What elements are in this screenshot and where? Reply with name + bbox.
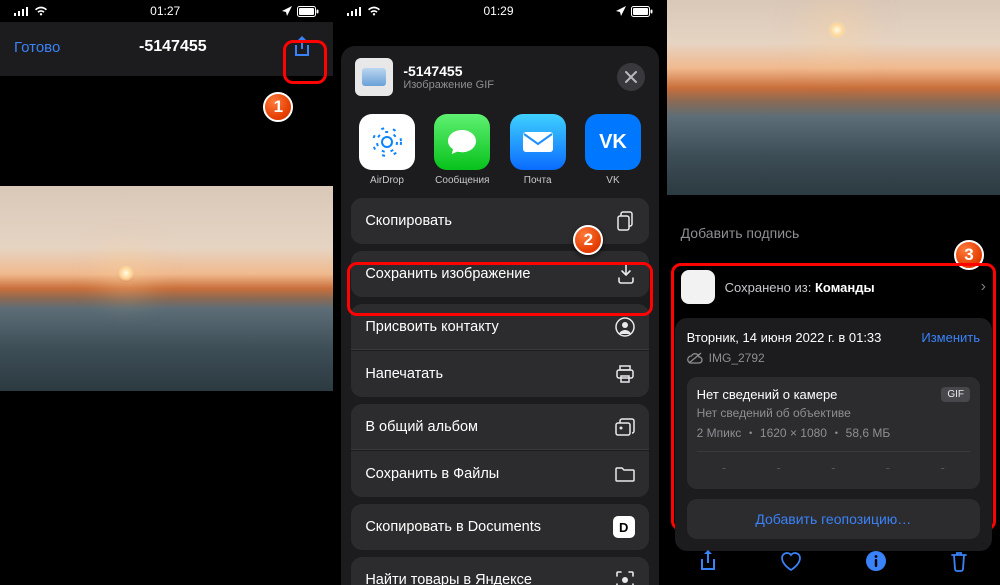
print-icon	[615, 365, 635, 383]
panel-2-share-sheet: 01:29 -5147455 Изображение GIF	[333, 0, 666, 585]
action-shared-album[interactable]: В общий альбом	[351, 404, 648, 450]
app-label: VK	[581, 175, 644, 186]
share-icon[interactable]	[698, 549, 718, 573]
image-preview[interactable]	[667, 0, 1000, 195]
documents-app-icon: D	[613, 516, 635, 538]
saved-from-prefix: Сохранено из:	[725, 280, 812, 295]
app-label: AirDrop	[355, 175, 418, 186]
info-card: Сохранено из: Команды › Вторник, 14 июня…	[675, 260, 992, 527]
action-yandex-search[interactable]: Найти товары в Яндексе	[351, 557, 648, 585]
capture-date: Вторник, 14 июня 2022 г. в 01:33	[687, 330, 882, 345]
copy-icon	[617, 211, 635, 231]
action-label: Найти товары в Яндексе	[365, 572, 532, 585]
app-vk[interactable]: VK VK	[581, 114, 644, 186]
step-badge-1: 1	[263, 92, 293, 122]
app-mail[interactable]: Почта	[506, 114, 569, 186]
share-file-name: -5147455	[403, 63, 494, 79]
status-time: 01:29	[483, 4, 513, 18]
action-save-files[interactable]: Сохранить в Файлы	[351, 451, 648, 497]
info-icon[interactable]	[865, 550, 887, 572]
camera-title: Нет сведений о камере	[697, 387, 838, 402]
action-label: Напечатать	[365, 366, 443, 382]
close-button[interactable]	[617, 63, 645, 91]
chevron-right-icon: ›	[981, 278, 986, 296]
highlight-2	[347, 262, 652, 316]
trash-icon[interactable]	[949, 550, 969, 572]
format-badge: GIF	[941, 387, 970, 402]
contact-icon	[615, 317, 635, 337]
panel-1-preview: 01:27 Готово -5147455 1	[0, 0, 333, 585]
share-file-kind: Изображение GIF	[403, 79, 494, 91]
shared-album-icon	[615, 418, 635, 436]
share-sheet-header: -5147455 Изображение GIF	[341, 46, 658, 108]
vk-icon: VK	[599, 131, 627, 154]
panel-3-info: Добавить подпись 3 Сохранено из: Команды…	[667, 0, 1000, 585]
signal-icon	[14, 6, 29, 16]
status-bar: 01:27	[0, 0, 333, 22]
status-bar: 01:29	[333, 0, 666, 22]
mail-icon	[521, 130, 555, 154]
caption-field[interactable]: Добавить подпись	[681, 225, 986, 241]
location-icon	[616, 6, 626, 16]
action-label: В общий альбом	[365, 419, 478, 435]
actions-list: Скопировать Сохранить изображение Присво…	[341, 198, 658, 585]
camera-info-box: Нет сведений о камере GIF Нет сведений о…	[687, 377, 980, 489]
airdrop-icon	[370, 125, 404, 159]
messages-icon	[446, 127, 478, 157]
photo-toolbar	[667, 537, 1000, 585]
action-label: Скопировать в Documents	[365, 519, 541, 535]
wifi-icon	[367, 6, 381, 16]
source-app-icon	[681, 270, 715, 304]
exif-row: -----	[697, 451, 970, 479]
action-label: Присвоить контакту	[365, 319, 498, 335]
heart-icon[interactable]	[779, 550, 803, 572]
action-print[interactable]: Напечатать	[351, 351, 648, 397]
add-location-button[interactable]: Добавить геопозицию…	[687, 499, 980, 539]
close-icon	[625, 71, 637, 83]
saved-from-app: Команды	[815, 280, 875, 295]
image-preview[interactable]	[0, 186, 333, 391]
app-airdrop[interactable]: AirDrop	[355, 114, 418, 186]
battery-icon	[631, 6, 653, 17]
saved-from-row[interactable]: Сохранено из: Команды ›	[675, 260, 992, 318]
metadata-box: Вторник, 14 июня 2022 г. в 01:33 Изменит…	[675, 318, 992, 551]
action-copy-documents[interactable]: Скопировать в Documents D	[351, 504, 648, 550]
file-title: -5147455	[139, 38, 207, 56]
wifi-icon	[34, 6, 48, 16]
status-time: 01:27	[150, 4, 180, 18]
action-label: Сохранить в Файлы	[365, 466, 499, 482]
app-label: Почта	[506, 175, 569, 186]
share-apps-row: AirDrop Сообщения Почта VK VK	[341, 108, 658, 198]
highlight-1	[283, 40, 327, 84]
location-icon	[282, 6, 292, 16]
app-label: Сообщения	[431, 175, 494, 186]
battery-icon	[297, 6, 319, 17]
filename: IMG_2792	[709, 351, 765, 365]
image-stats: 2 Мпикс ・ 1620 × 1080 ・ 58,6 МБ	[697, 424, 970, 441]
file-thumbnail	[355, 58, 393, 96]
cloud-off-icon	[687, 352, 703, 364]
done-button[interactable]: Готово	[14, 39, 60, 56]
lens-info: Нет сведений об объективе	[697, 406, 970, 420]
scan-icon	[615, 570, 635, 585]
action-label: Скопировать	[365, 213, 452, 229]
app-messages[interactable]: Сообщения	[431, 114, 494, 186]
edit-date-button[interactable]: Изменить	[921, 330, 980, 345]
signal-icon	[347, 6, 362, 16]
action-copy[interactable]: Скопировать	[351, 198, 648, 244]
folder-icon	[615, 466, 635, 482]
